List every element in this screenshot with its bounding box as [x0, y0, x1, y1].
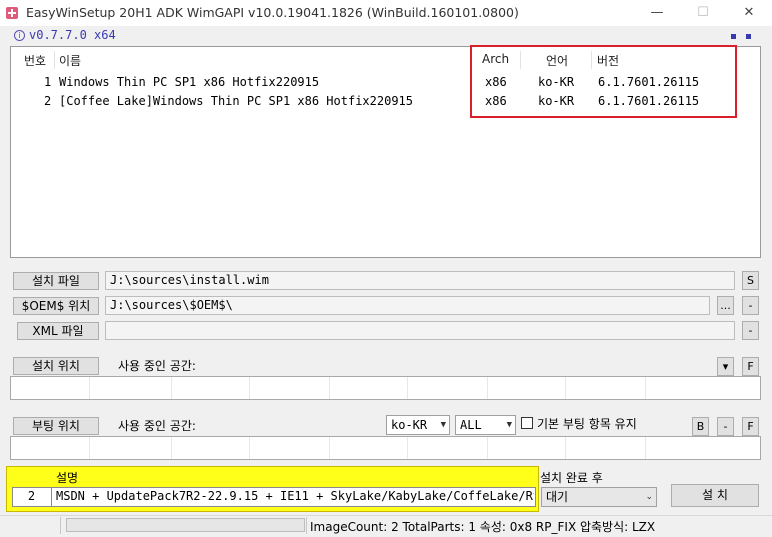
boot-remove-button[interactable]: - — [717, 417, 734, 436]
progress-bar — [66, 518, 305, 532]
install-dropdown-button[interactable]: ▾ — [717, 357, 734, 376]
keep-default-checkbox[interactable] — [521, 417, 533, 429]
menu-dot-icon[interactable] — [731, 34, 736, 39]
description-num[interactable]: 2 — [12, 487, 52, 507]
version-bar — [0, 26, 772, 46]
status-text: ImageCount: 2 TotalParts: 1 속성: 0x8 RP_F… — [310, 520, 656, 534]
boot-b-button[interactable]: B — [692, 417, 709, 436]
xml-file-button[interactable]: XML 파일 — [17, 322, 99, 340]
install-location-button[interactable]: 설치 위치 — [13, 357, 99, 375]
xml-remove-button[interactable]: - — [742, 321, 759, 340]
boot-location-button[interactable]: 부팅 위치 — [13, 417, 99, 435]
maximize-button[interactable]: ☐ — [680, 0, 726, 26]
install-button[interactable]: 설 치 — [671, 484, 759, 507]
boot-all-select[interactable]: ALL ▼ — [455, 415, 516, 435]
oem-browse-button[interactable]: ... — [717, 296, 734, 315]
window-title: EasyWinSetup 20H1 ADK WimGAPI v10.0.1904… — [26, 5, 519, 20]
keep-default-label: 기본 부팅 항목 유지 — [537, 417, 637, 431]
row-num[interactable]: 2 — [44, 94, 51, 108]
row-name[interactable]: Windows Thin PC SP1 x86 Hotfix220915 — [59, 75, 319, 89]
after-install-label: 설치 완료 후 — [540, 471, 603, 485]
highlight-annotation — [470, 45, 737, 118]
install-file-field[interactable]: J:\sources\install.wim — [105, 271, 735, 290]
version-label: v0.7.7.0 x64 — [29, 28, 116, 42]
chevron-down-icon: ▼ — [506, 420, 512, 430]
menu-dot-icon[interactable] — [746, 34, 751, 39]
install-file-s-button[interactable]: S — [742, 271, 759, 290]
row-name[interactable]: [Coffee Lake]Windows Thin PC SP1 x86 Hot… — [59, 94, 413, 108]
chevron-down-icon: ▼ — [440, 420, 446, 430]
xml-file-field[interactable] — [105, 321, 735, 340]
column-header-num[interactable]: 번호 — [24, 52, 46, 69]
app-icon — [6, 7, 18, 19]
minimize-button[interactable]: — — [634, 0, 680, 26]
status-separator — [306, 517, 307, 534]
oem-remove-button[interactable]: - — [742, 296, 759, 315]
install-format-button[interactable]: F — [742, 357, 759, 376]
info-icon[interactable]: i — [14, 30, 25, 41]
after-install-select[interactable]: 대기 ⌄ — [541, 487, 657, 507]
install-space-label: 사용 중인 공간: — [118, 359, 196, 373]
chevron-down-icon: ⌄ — [645, 492, 653, 502]
boot-language-select[interactable]: ko-KR ▼ — [386, 415, 450, 435]
oem-location-field[interactable]: J:\sources\$OEM$\ — [105, 296, 710, 315]
boot-space-label: 사용 중인 공간: — [118, 419, 196, 433]
boot-partition-grid[interactable] — [10, 436, 761, 460]
description-text[interactable]: MSDN + UpdatePack7R2-22.9.15 + IE11 + Sk… — [56, 489, 534, 503]
row-num[interactable]: 1 — [44, 75, 51, 89]
description-header: 설명 — [56, 471, 79, 485]
close-button[interactable]: ✕ — [726, 0, 772, 26]
install-partition-grid[interactable] — [10, 376, 761, 400]
column-separator — [54, 51, 55, 69]
status-separator — [60, 517, 61, 534]
boot-format-button[interactable]: F — [742, 417, 759, 436]
oem-location-button[interactable]: $OEM$ 위치 — [13, 297, 99, 315]
column-header-name[interactable]: 이름 — [59, 52, 81, 69]
install-file-button[interactable]: 설치 파일 — [13, 272, 99, 290]
